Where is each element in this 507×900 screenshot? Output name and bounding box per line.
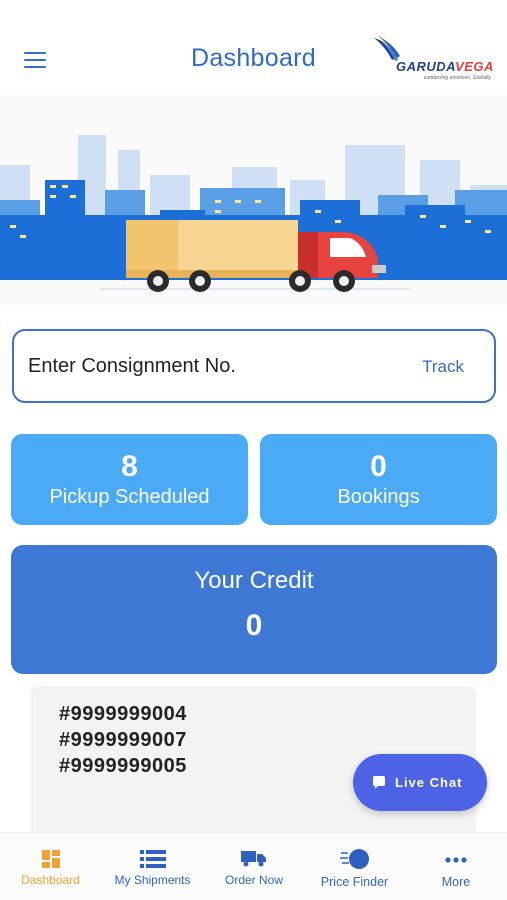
- credit-card: Your Credit 0: [11, 545, 497, 674]
- app-header: Dashboard GARUDAVEGA connecting emotions…: [0, 0, 507, 95]
- bottom-navigation: Dashboard My Shipments Order Now Price F…: [0, 832, 507, 900]
- track-button[interactable]: Track: [422, 357, 464, 377]
- nav-label-my-shipments: My Shipments: [114, 873, 191, 887]
- live-chat-button[interactable]: Live Chat: [353, 754, 487, 811]
- list-item[interactable]: #9999999005: [59, 755, 187, 778]
- nav-label-order-now: Order Now: [224, 873, 283, 887]
- nav-label-price-finder: Price Finder: [320, 875, 389, 889]
- nav-item-dashboard[interactable]: Dashboard: [0, 833, 101, 900]
- chat-bubble-icon: [373, 776, 385, 789]
- list-item[interactable]: #9999999007: [59, 729, 187, 752]
- list-icon: [139, 850, 166, 868]
- list-item[interactable]: #9999999004: [59, 703, 187, 726]
- nav-item-order-now[interactable]: Order Now: [204, 833, 304, 900]
- more-icon: [445, 857, 467, 863]
- bookings-card[interactable]: 0 Bookings: [260, 434, 497, 525]
- nav-item-my-shipments[interactable]: My Shipments: [101, 833, 204, 900]
- pickup-scheduled-count: 8: [121, 450, 138, 483]
- truck-city-banner: [0, 95, 507, 305]
- truck-icon: [241, 851, 266, 867]
- garudavega-logo: GARUDAVEGA connecting emotions, Globally: [372, 36, 500, 84]
- price-finder-icon: [339, 849, 369, 869]
- nav-item-more[interactable]: More: [405, 833, 507, 900]
- nav-item-price-finder[interactable]: Price Finder: [304, 833, 405, 900]
- live-chat-label: Live Chat: [395, 775, 463, 790]
- nav-label-dashboard: Dashboard: [21, 873, 80, 887]
- bookings-label: Bookings: [337, 486, 420, 508]
- consignment-number-input[interactable]: [28, 351, 388, 381]
- dashboard-icon: [41, 850, 60, 868]
- nav-label-more: More: [441, 875, 471, 889]
- bookings-count: 0: [370, 450, 387, 483]
- credit-value: 0: [245, 609, 263, 642]
- credit-title: Your Credit: [194, 567, 314, 594]
- pickup-scheduled-label: Pickup Scheduled: [49, 486, 210, 508]
- pickup-scheduled-card[interactable]: 8 Pickup Scheduled: [11, 434, 248, 525]
- track-consignment-box: Track: [12, 329, 496, 403]
